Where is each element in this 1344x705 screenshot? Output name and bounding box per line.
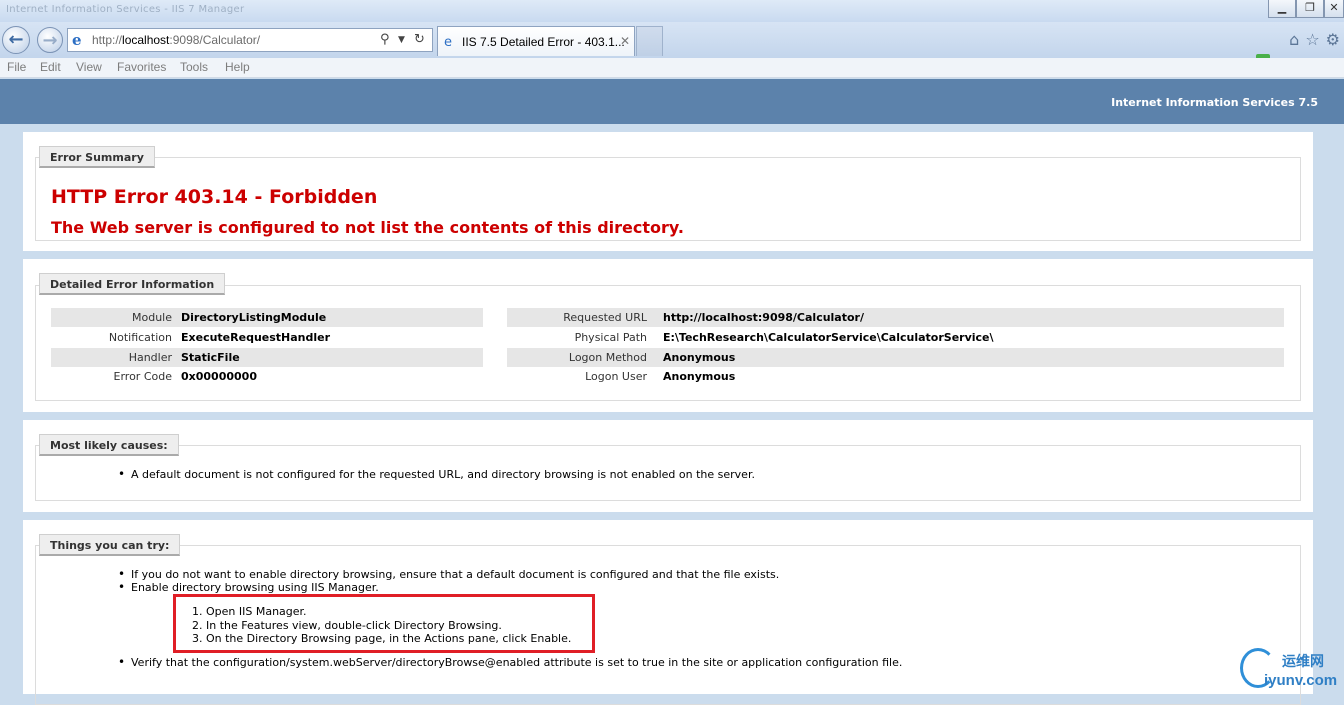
address-url[interactable]: http://localhost:9098/Calculator/ — [92, 33, 260, 47]
tab-title: IIS 7.5 Detailed Error - 403.1... — [462, 35, 625, 49]
info-key: Handler — [128, 351, 172, 364]
try-item: Verify that the configuration/system.web… — [118, 655, 902, 669]
info-key: Physical Path — [574, 331, 647, 344]
error-summary-legend: Error Summary — [39, 146, 155, 168]
try-item: Enable directory browsing using IIS Mana… — [118, 580, 379, 594]
detailed-info-panel: Detailed Error Information Module Direct… — [23, 259, 1313, 412]
info-key: Logon User — [585, 370, 647, 383]
info-row: Logon User Anonymous — [507, 367, 1284, 386]
menu-file[interactable]: File — [7, 60, 26, 74]
minimize-button[interactable]: ▁ — [1268, 0, 1296, 18]
product-name: Internet Information Services 7.5 — [1111, 96, 1318, 109]
info-value: StaticFile — [181, 351, 240, 364]
back-button[interactable]: ← — [2, 26, 30, 54]
error-summary-panel: Error Summary HTTP Error 403.14 - Forbid… — [23, 132, 1313, 251]
info-value: Anonymous — [663, 370, 736, 383]
close-window-button[interactable]: ✕ — [1324, 0, 1344, 18]
menu-tools[interactable]: Tools — [180, 60, 208, 74]
window-titlebar: Internet Information Services - IIS 7 Ma… — [0, 0, 1344, 22]
info-row: Handler StaticFile — [51, 348, 483, 367]
info-value: http://localhost:9098/Calculator/ — [663, 311, 864, 324]
tab-active[interactable]: e IIS 7.5 Detailed Error - 403.1... ✕ — [437, 26, 635, 56]
ie-page-icon: e — [72, 31, 82, 49]
info-key: Error Code — [113, 370, 172, 383]
info-row: Error Code 0x00000000 — [51, 367, 483, 386]
tab-close-icon[interactable]: ✕ — [620, 34, 630, 48]
info-row: Physical Path E:\TechResearch\Calculator… — [507, 328, 1284, 347]
info-value: ExecuteRequestHandler — [181, 331, 331, 344]
menu-help[interactable]: Help — [225, 60, 250, 74]
menu-edit[interactable]: Edit — [40, 60, 61, 74]
window-title: Internet Information Services - IIS 7 Ma… — [6, 4, 245, 15]
browser-toolbar-icons: ⌂ ☆ ⚙ — [1289, 30, 1340, 49]
info-row: Notification ExecuteRequestHandler — [51, 328, 483, 347]
navigation-bar: ← → e http://localhost:9098/Calculator/ … — [0, 22, 1344, 62]
detailed-info-legend: Detailed Error Information — [39, 273, 226, 295]
info-key: Module — [132, 311, 172, 324]
info-row: Logon Method Anonymous — [507, 348, 1284, 367]
watermark-en: iyunv.com — [1264, 672, 1338, 689]
try-legend: Things you can try: — [39, 534, 181, 556]
restore-button[interactable]: ❐ — [1296, 0, 1324, 18]
causes-legend: Most likely causes: — [39, 434, 179, 456]
forward-button[interactable]: → — [37, 27, 63, 53]
watermark-cn: 运维网 — [1282, 654, 1324, 670]
highlight-annotation-box — [173, 594, 595, 653]
iis-header: Internet Information Services 7.5 — [0, 79, 1344, 124]
info-value: DirectoryListingModule — [181, 311, 327, 324]
cause-item: A default document is not configured for… — [118, 467, 755, 481]
window-controls: ▁ ❐ ✕ — [1268, 0, 1344, 20]
info-row: Requested URL http://localhost:9098/Calc… — [507, 308, 1284, 327]
causes-panel: Most likely causes: A default document i… — [23, 420, 1313, 512]
info-value: Anonymous — [663, 351, 736, 364]
info-key: Logon Method — [568, 351, 647, 364]
dropdown-chevron-icon[interactable]: ▼ — [398, 35, 405, 45]
info-row: Module DirectoryListingModule — [51, 308, 483, 327]
try-item: If you do not want to enable directory b… — [118, 567, 779, 581]
error-title: HTTP Error 403.14 - Forbidden — [51, 186, 378, 208]
info-key: Requested URL — [563, 311, 647, 324]
refresh-icon[interactable]: ↻ — [414, 32, 425, 47]
menu-favorites[interactable]: Favorites — [117, 60, 166, 74]
address-bar[interactable]: e http://localhost:9098/Calculator/ ⚲ ▼ … — [67, 28, 433, 52]
menu-view[interactable]: View — [76, 60, 102, 74]
watermark-logo: 运维网 iyunv.com — [1238, 648, 1342, 694]
info-key: Notification — [108, 331, 172, 344]
info-value: E:\TechResearch\CalculatorService\Calcul… — [663, 331, 994, 344]
new-tab-button[interactable] — [636, 26, 663, 56]
home-icon[interactable]: ⌂ — [1289, 30, 1299, 49]
gear-icon[interactable]: ⚙ — [1326, 30, 1340, 49]
menu-bar: File Edit View Favorites Tools Help — [0, 58, 1344, 78]
info-value: 0x00000000 — [181, 370, 257, 383]
search-icon[interactable]: ⚲ — [380, 32, 390, 47]
ie-tab-icon: e — [444, 35, 452, 50]
error-subtitle: The Web server is configured to not list… — [51, 218, 684, 237]
favorites-star-icon[interactable]: ☆ — [1305, 30, 1319, 49]
